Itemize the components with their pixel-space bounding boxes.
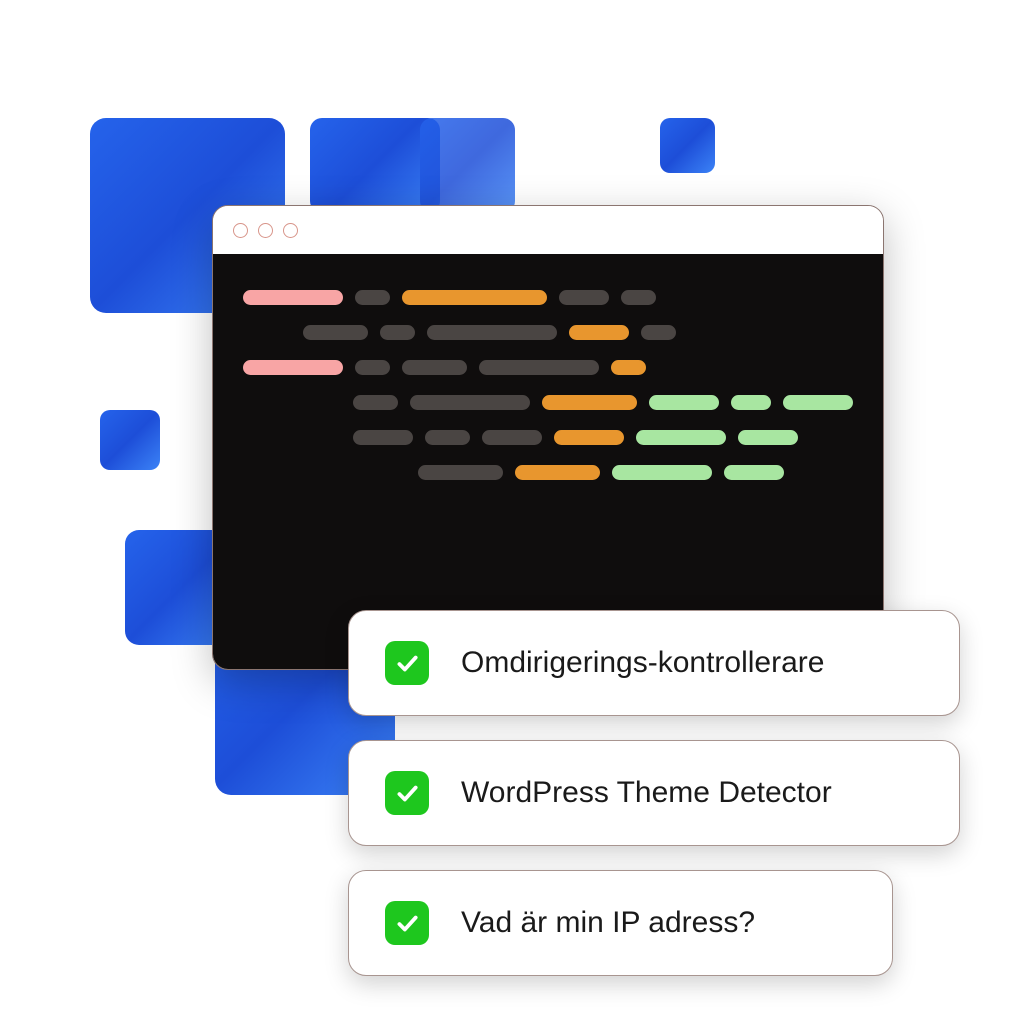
code-line bbox=[243, 360, 853, 375]
code-body bbox=[213, 254, 883, 669]
decorative-square bbox=[420, 118, 515, 213]
feature-card-redirect-checker[interactable]: Omdirigerings-kontrollerare bbox=[348, 610, 960, 716]
code-line bbox=[243, 430, 853, 445]
decorative-square bbox=[100, 410, 160, 470]
illustration-canvas: Omdirigerings-kontrollerare WordPress Th… bbox=[0, 0, 1024, 1024]
feature-label: Vad är min IP adress? bbox=[461, 906, 755, 940]
feature-card-ip-address[interactable]: Vad är min IP adress? bbox=[348, 870, 893, 976]
feature-label: Omdirigerings-kontrollerare bbox=[461, 646, 824, 680]
check-icon bbox=[385, 771, 429, 815]
feature-card-theme-detector[interactable]: WordPress Theme Detector bbox=[348, 740, 960, 846]
check-icon bbox=[385, 901, 429, 945]
code-line bbox=[243, 325, 853, 340]
window-titlebar bbox=[213, 206, 883, 254]
feature-label: WordPress Theme Detector bbox=[461, 776, 832, 810]
code-line bbox=[243, 395, 853, 410]
decorative-square bbox=[660, 118, 715, 173]
window-control-close-icon[interactable] bbox=[233, 223, 248, 238]
window-control-minimize-icon[interactable] bbox=[258, 223, 273, 238]
check-icon bbox=[385, 641, 429, 685]
code-line bbox=[243, 290, 853, 305]
window-control-maximize-icon[interactable] bbox=[283, 223, 298, 238]
code-line bbox=[243, 465, 853, 480]
code-editor-window bbox=[212, 205, 884, 670]
